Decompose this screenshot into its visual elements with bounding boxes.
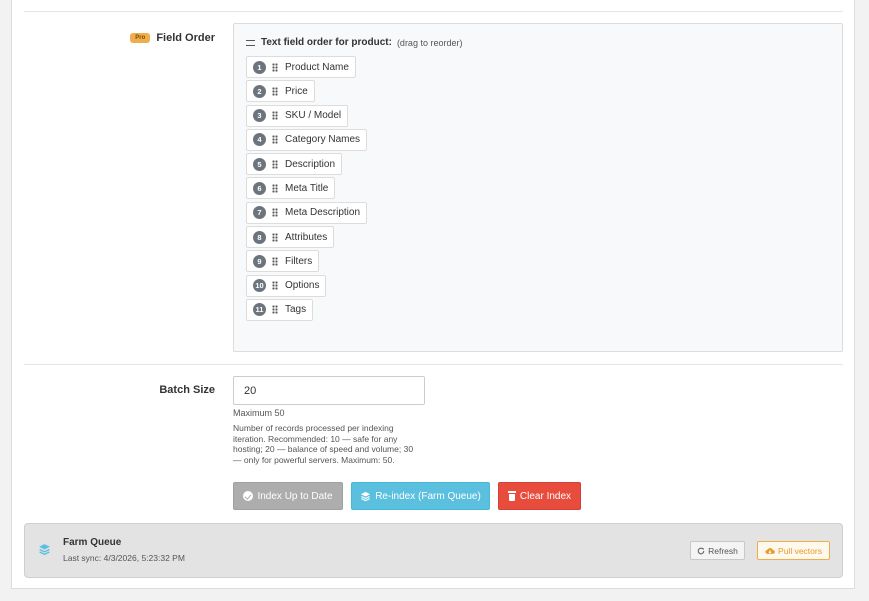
index-up-to-date-label: Index Up to Date: [257, 490, 333, 502]
field-order-item-label: Price: [285, 85, 308, 97]
order-number-badge: 10: [253, 279, 266, 293]
farm-queue-last-sync: Last sync: 4/3/2026, 5:23:32 PM: [63, 553, 185, 563]
divider: [24, 364, 843, 365]
field-order-label-text: Field Order: [156, 32, 215, 44]
grip-vertical-icon[interactable]: [272, 183, 278, 193]
field-order-item-label: Attributes: [285, 231, 328, 243]
grip-vertical-icon[interactable]: [272, 232, 278, 242]
batch-size-label: Batch Size: [159, 384, 215, 396]
reindex-label: Re-index (Farm Queue): [375, 490, 481, 502]
field-order-title: Text field order for product:: [261, 37, 392, 48]
pro-badge: Pro: [130, 33, 151, 43]
field-order-item[interactable]: 8 Attributes: [246, 226, 335, 249]
field-order-item[interactable]: 11 Tags: [246, 298, 314, 321]
refresh-button[interactable]: Refresh: [690, 541, 745, 560]
field-order-item[interactable]: 6 Meta Title: [246, 177, 336, 200]
clear-index-button[interactable]: Clear Index: [498, 482, 581, 510]
field-order-item-label: Options: [285, 280, 320, 292]
field-order-item[interactable]: 7 Meta Description: [246, 201, 368, 224]
batch-size-input[interactable]: [233, 376, 425, 405]
trash-icon: [507, 491, 516, 501]
field-order-item-label: Product Name: [285, 61, 349, 73]
grip-vertical-icon[interactable]: [272, 135, 278, 145]
field-order-item[interactable]: 5 Description: [246, 153, 343, 176]
field-order-item-label: Tags: [285, 304, 307, 316]
order-number-badge: 8: [253, 230, 266, 244]
field-order-item-label: Meta Title: [285, 182, 329, 194]
field-order-item-label: Filters: [285, 255, 313, 267]
field-order-item-label: Category Names: [285, 134, 361, 146]
refresh-icon: [697, 547, 705, 554]
field-order-item-label: Description: [285, 158, 336, 170]
field-order-item[interactable]: 2 Price: [246, 80, 315, 103]
order-number-badge: 4: [253, 133, 266, 147]
grip-vertical-icon[interactable]: [272, 281, 278, 291]
order-number-badge: 5: [253, 157, 266, 171]
order-number-badge: 1: [253, 60, 266, 74]
layers-icon: [361, 491, 371, 501]
refresh-label: Refresh: [708, 545, 738, 556]
clear-index-label: Clear Index: [519, 490, 572, 502]
field-order-header: Text field order for product: (drag to r…: [246, 37, 462, 48]
field-order-item-label: Meta Description: [285, 207, 361, 219]
field-order-item-label: SKU / Model: [285, 110, 342, 122]
bars-icon: [246, 39, 255, 46]
grip-vertical-icon[interactable]: [272, 86, 278, 96]
grip-vertical-icon[interactable]: [272, 256, 278, 266]
order-number-badge: 9: [253, 254, 266, 268]
check-circle-icon: [243, 491, 254, 501]
order-number-badge: 6: [253, 181, 266, 195]
pull-vectors-button[interactable]: Pull vectors: [757, 541, 830, 560]
settings-panel: Pro Field Order Text field order for pro…: [11, 0, 855, 589]
grip-vertical-icon[interactable]: [272, 111, 278, 121]
field-order-item[interactable]: 1 Product Name: [246, 56, 356, 78]
batch-size-max: Maximum 50: [233, 408, 285, 418]
order-number-badge: 2: [253, 84, 266, 98]
farm-queue-bar: Farm Queue Last sync: 4/3/2026, 5:23:32 …: [24, 523, 843, 578]
grip-vertical-icon[interactable]: [272, 208, 278, 218]
grip-vertical-icon[interactable]: [272, 305, 278, 315]
field-order-label: Pro Field Order: [130, 32, 215, 44]
divider: [24, 11, 843, 12]
layers-icon: [39, 544, 50, 556]
pull-vectors-label: Pull vectors: [778, 545, 822, 556]
field-order-box: Text field order for product: (drag to r…: [233, 23, 843, 352]
field-order-item[interactable]: 10 Options: [246, 274, 327, 297]
field-order-hint: (drag to reorder): [396, 37, 463, 48]
batch-size-help: Number of records processed per indexing…: [233, 423, 414, 465]
field-order-item[interactable]: 3 SKU / Model: [246, 104, 349, 127]
order-number-badge: 7: [253, 206, 266, 220]
index-up-to-date-button[interactable]: Index Up to Date: [233, 482, 343, 510]
reindex-button[interactable]: Re-index (Farm Queue): [351, 482, 490, 510]
field-order-item[interactable]: 9 Filters: [246, 250, 320, 273]
field-order-list: 1 Product Name 2 Price 3 SKU / Model 4 C…: [246, 56, 368, 321]
cloud-download-icon: [765, 547, 775, 554]
grip-vertical-icon[interactable]: [272, 159, 278, 169]
order-number-badge: 11: [253, 303, 266, 317]
grip-vertical-icon[interactable]: [272, 62, 278, 72]
farm-queue-title: Farm Queue: [63, 537, 122, 548]
field-order-item[interactable]: 4 Category Names: [246, 128, 368, 151]
order-number-badge: 3: [253, 109, 266, 123]
